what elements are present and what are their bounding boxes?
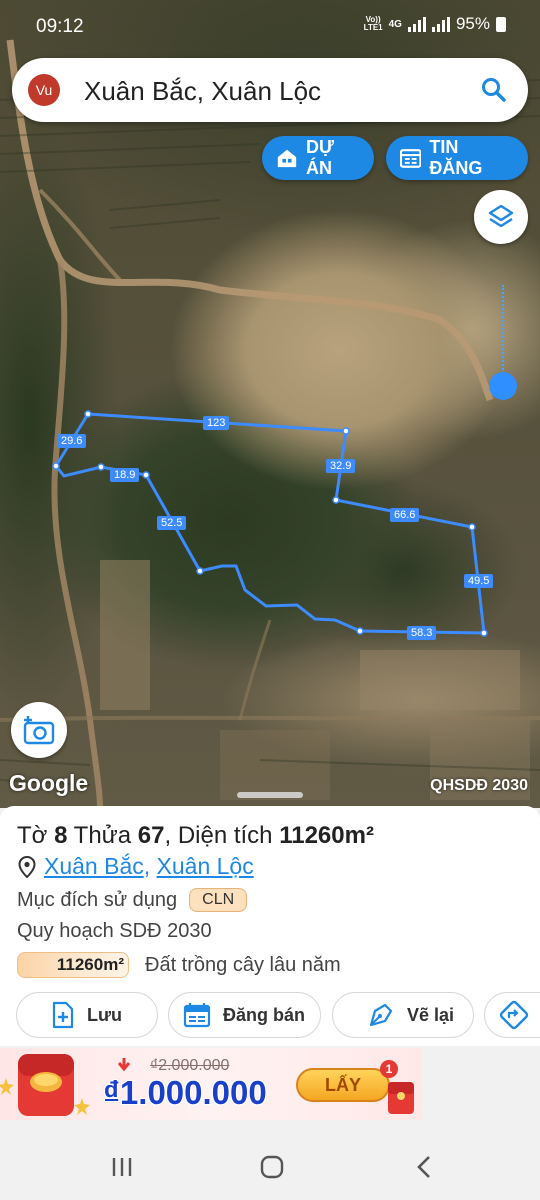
- status-bar: 09:12 Vo)) LTE1 4G 95%: [0, 0, 540, 52]
- edge-label: 66.6: [390, 508, 420, 522]
- file-plus-icon: [52, 1001, 74, 1029]
- opacity-slider-handle[interactable]: [489, 372, 517, 400]
- lte-label: LTE1: [363, 23, 383, 32]
- parcel-label: Thửa: [73, 822, 132, 849]
- listing-icon: [400, 149, 422, 168]
- battery-percent: 95%: [455, 14, 490, 33]
- small-envelope-icon: [388, 1082, 414, 1114]
- camera-plus-icon: [23, 716, 55, 745]
- signal-icon: [407, 16, 426, 32]
- parcel-number: 67: [137, 822, 165, 849]
- signal-icon-2: [431, 16, 450, 32]
- directions-button[interactable]: [484, 992, 540, 1038]
- sheet-drag-handle[interactable]: [237, 792, 303, 798]
- location-separator: ,: [143, 853, 157, 879]
- home-button[interactable]: [252, 1152, 292, 1182]
- recent-apps-button[interactable]: [102, 1152, 142, 1182]
- location-row: Xuân Bắc, Xuân Lộc: [18, 853, 254, 880]
- edge-label: 29.6: [57, 434, 87, 448]
- building-icon: [277, 149, 297, 168]
- redraw-label: Vẽ lại: [407, 1004, 455, 1025]
- map-layer-label: QHSDĐ 2030: [430, 777, 528, 794]
- project-button[interactable]: DỰ ÁN: [262, 136, 374, 180]
- planning-label: Quy hoạch SDĐ 2030: [17, 920, 212, 942]
- planning-area-badge: 11260m²: [17, 952, 129, 978]
- search-query[interactable]: Xuân Bắc, Xuân Lộc: [84, 76, 321, 107]
- commune-link[interactable]: Xuân Bắc: [44, 853, 144, 879]
- volte-indicator: Vo)) LTE1: [364, 16, 383, 32]
- title-comma: ,: [164, 822, 172, 849]
- network-type: 4G: [388, 18, 402, 30]
- opacity-slider-track[interactable]: [502, 285, 504, 385]
- red-envelope-icon: [0, 1054, 90, 1116]
- avatar[interactable]: Vu: [28, 74, 60, 106]
- post-sale-button[interactable]: Đăng bán: [168, 992, 321, 1038]
- purpose-row: Mục đích sử dụng CLN: [17, 888, 248, 912]
- claim-badge: 1: [380, 1060, 398, 1078]
- area-value: 11260m²: [279, 822, 374, 849]
- purpose-label: Mục đích sử dụng: [17, 888, 178, 911]
- promo-banner[interactable]: ₫2.000.000 ₫1.000.000 LẤY 1: [0, 1048, 422, 1120]
- battery-icon: [496, 16, 506, 32]
- satellite-map[interactable]: 123 29.6 32.9 18.9 66.6 52.5 49.5 58.3 0…: [0, 0, 540, 808]
- edge-label: 58.3: [407, 626, 437, 640]
- pen-tool-icon: [369, 1003, 393, 1027]
- location-pin-icon: [18, 855, 36, 878]
- home-icon: [260, 1155, 284, 1179]
- recents-icon: [112, 1158, 132, 1176]
- save-button[interactable]: Lưu: [16, 992, 158, 1038]
- action-bar: Lưu Đăng bán Vẽ lại: [16, 992, 540, 1038]
- district-link[interactable]: Xuân Lộc: [157, 853, 254, 879]
- plot-info-sheet[interactable]: Tờ 8 Thửa 67, Diện tích 11260m² Xuân Bắc…: [0, 792, 540, 1046]
- new-price: ₫1.000.000: [103, 1074, 267, 1111]
- edge-label: 49.5: [464, 574, 494, 588]
- project-label: DỰ ÁN: [306, 137, 334, 178]
- edge-label: 123: [203, 416, 230, 430]
- save-label: Lưu: [87, 1004, 123, 1025]
- redraw-button[interactable]: Vẽ lại: [332, 992, 474, 1038]
- post-sale-label: Đăng bán: [223, 1004, 306, 1025]
- search-bar[interactable]: Vu Xuân Bắc, Xuân Lộc: [12, 58, 528, 122]
- promo-background: [422, 1048, 540, 1120]
- status-indicators: Vo)) LTE1 4G 95%: [364, 14, 506, 34]
- back-icon: [417, 1156, 430, 1178]
- google-logo: Google: [9, 770, 89, 796]
- edge-label: 32.9: [326, 459, 356, 473]
- sheet-number: 8: [54, 822, 68, 849]
- calendar-icon: [183, 1003, 211, 1028]
- claim-button[interactable]: LẤY: [296, 1068, 390, 1102]
- layers-button[interactable]: [474, 190, 528, 244]
- old-price: ₫2.000.000: [150, 1057, 230, 1074]
- listing-label: TIN ĐĂNG: [429, 137, 483, 178]
- status-time: 09:12: [36, 16, 84, 37]
- system-nav-bar: [0, 1132, 540, 1200]
- edge-label: 52.5: [157, 516, 187, 530]
- purpose-code-badge: CLN: [189, 888, 248, 912]
- directions-icon: [499, 1000, 529, 1030]
- edge-label: 18.9: [110, 468, 140, 482]
- down-arrow-icon: [117, 1058, 131, 1072]
- back-button[interactable]: [404, 1152, 444, 1182]
- listing-button[interactable]: TIN ĐĂNG: [386, 136, 528, 180]
- area-label: Diện tích: [177, 822, 273, 849]
- search-icon[interactable]: [480, 76, 508, 104]
- plot-title: Tờ 8 Thửa 67, Diện tích 11260m²: [17, 822, 374, 850]
- planning-area-row: 11260m² Đất trồng cây lâu năm: [17, 952, 341, 978]
- add-photo-button[interactable]: [11, 702, 67, 758]
- planning-use: Đất trồng cây lâu năm: [145, 953, 341, 976]
- sheet-label: Tờ: [17, 822, 48, 849]
- layers-icon: [488, 204, 514, 228]
